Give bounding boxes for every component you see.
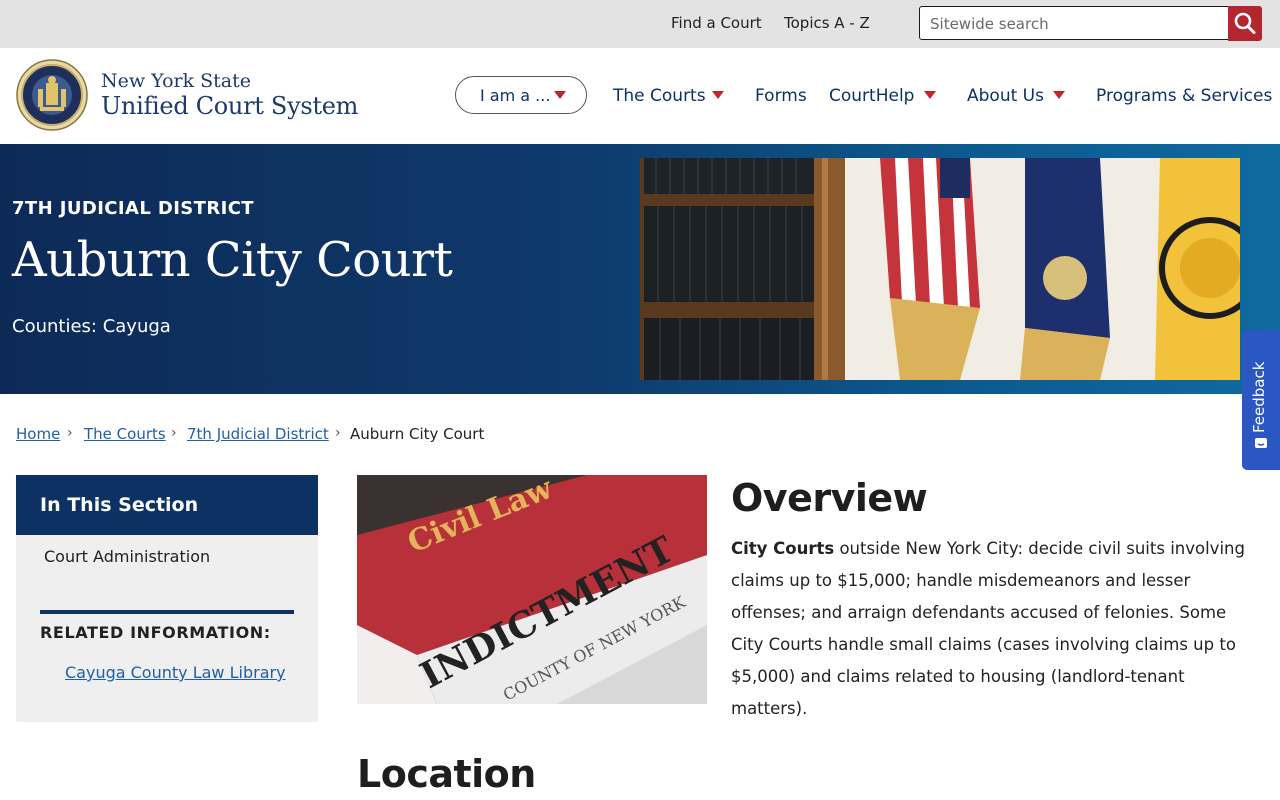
find-a-court-link[interactable]: Find a Court <box>671 14 762 32</box>
cayuga-county-law-library-link[interactable]: Cayuga County Law Library <box>65 663 286 682</box>
breadcrumb-the-courts[interactable]: The Courts <box>84 425 166 443</box>
hero-counties: Counties: Cayuga <box>12 316 171 337</box>
breadcrumb-current: Auburn City Court <box>350 425 485 443</box>
chevron-down-icon <box>712 91 724 99</box>
chevron-right-icon: › <box>67 425 73 441</box>
logo-line-2[interactable]: Unified Court System <box>101 92 358 120</box>
location-heading: Location <box>357 752 536 796</box>
divider <box>40 610 294 614</box>
overview-paragraph: City Courts outside New York City: decid… <box>731 533 1251 725</box>
logo-line-1[interactable]: New York State <box>101 70 251 92</box>
nav-the-courts[interactable]: The Courts <box>613 86 706 106</box>
chevron-down-icon <box>1053 91 1065 99</box>
feedback-label[interactable]: Feedback <box>1250 338 1274 433</box>
feedback-icon <box>1254 436 1268 450</box>
nav-forms[interactable]: Forms <box>755 86 807 106</box>
courtroom-flags-photo <box>640 158 1240 380</box>
sidebar-item-court-administration[interactable]: Court Administration <box>44 547 210 566</box>
overview-bold: City Courts <box>731 539 835 558</box>
page-title: Auburn City Court <box>12 232 453 288</box>
topics-a-z-link[interactable]: Topics A - Z <box>784 14 870 32</box>
chevron-down-icon <box>554 91 566 99</box>
nys-seal-icon[interactable] <box>16 59 88 131</box>
overview-heading: Overview <box>731 476 928 520</box>
chevron-right-icon: › <box>171 425 177 441</box>
related-information-heading: RELATED INFORMATION: <box>40 623 271 642</box>
overview-body: outside New York City: decide civil suit… <box>731 539 1245 718</box>
breadcrumb-home[interactable]: Home <box>16 425 60 443</box>
nav-programs-services[interactable]: Programs & Services <box>1096 86 1272 106</box>
civil-law-indictment-photo: Civil Law INDICTMENT COUNTY OF NEW YORK <box>357 475 707 704</box>
breadcrumb-7th-judicial-district[interactable]: 7th Judicial District <box>187 425 329 443</box>
sidebar-title: In This Section <box>40 494 199 516</box>
search-button[interactable] <box>1228 6 1262 41</box>
search-icon <box>1234 12 1256 34</box>
chevron-right-icon: › <box>335 425 341 441</box>
chevron-down-icon <box>924 91 936 99</box>
i-am-a-label[interactable]: I am a ... <box>480 86 550 105</box>
nav-about-us[interactable]: About Us <box>967 86 1044 106</box>
hero-district: 7TH JUDICIAL DISTRICT <box>12 198 254 219</box>
search-input[interactable] <box>930 8 1220 40</box>
nav-courthelp[interactable]: CourtHelp <box>829 86 914 106</box>
